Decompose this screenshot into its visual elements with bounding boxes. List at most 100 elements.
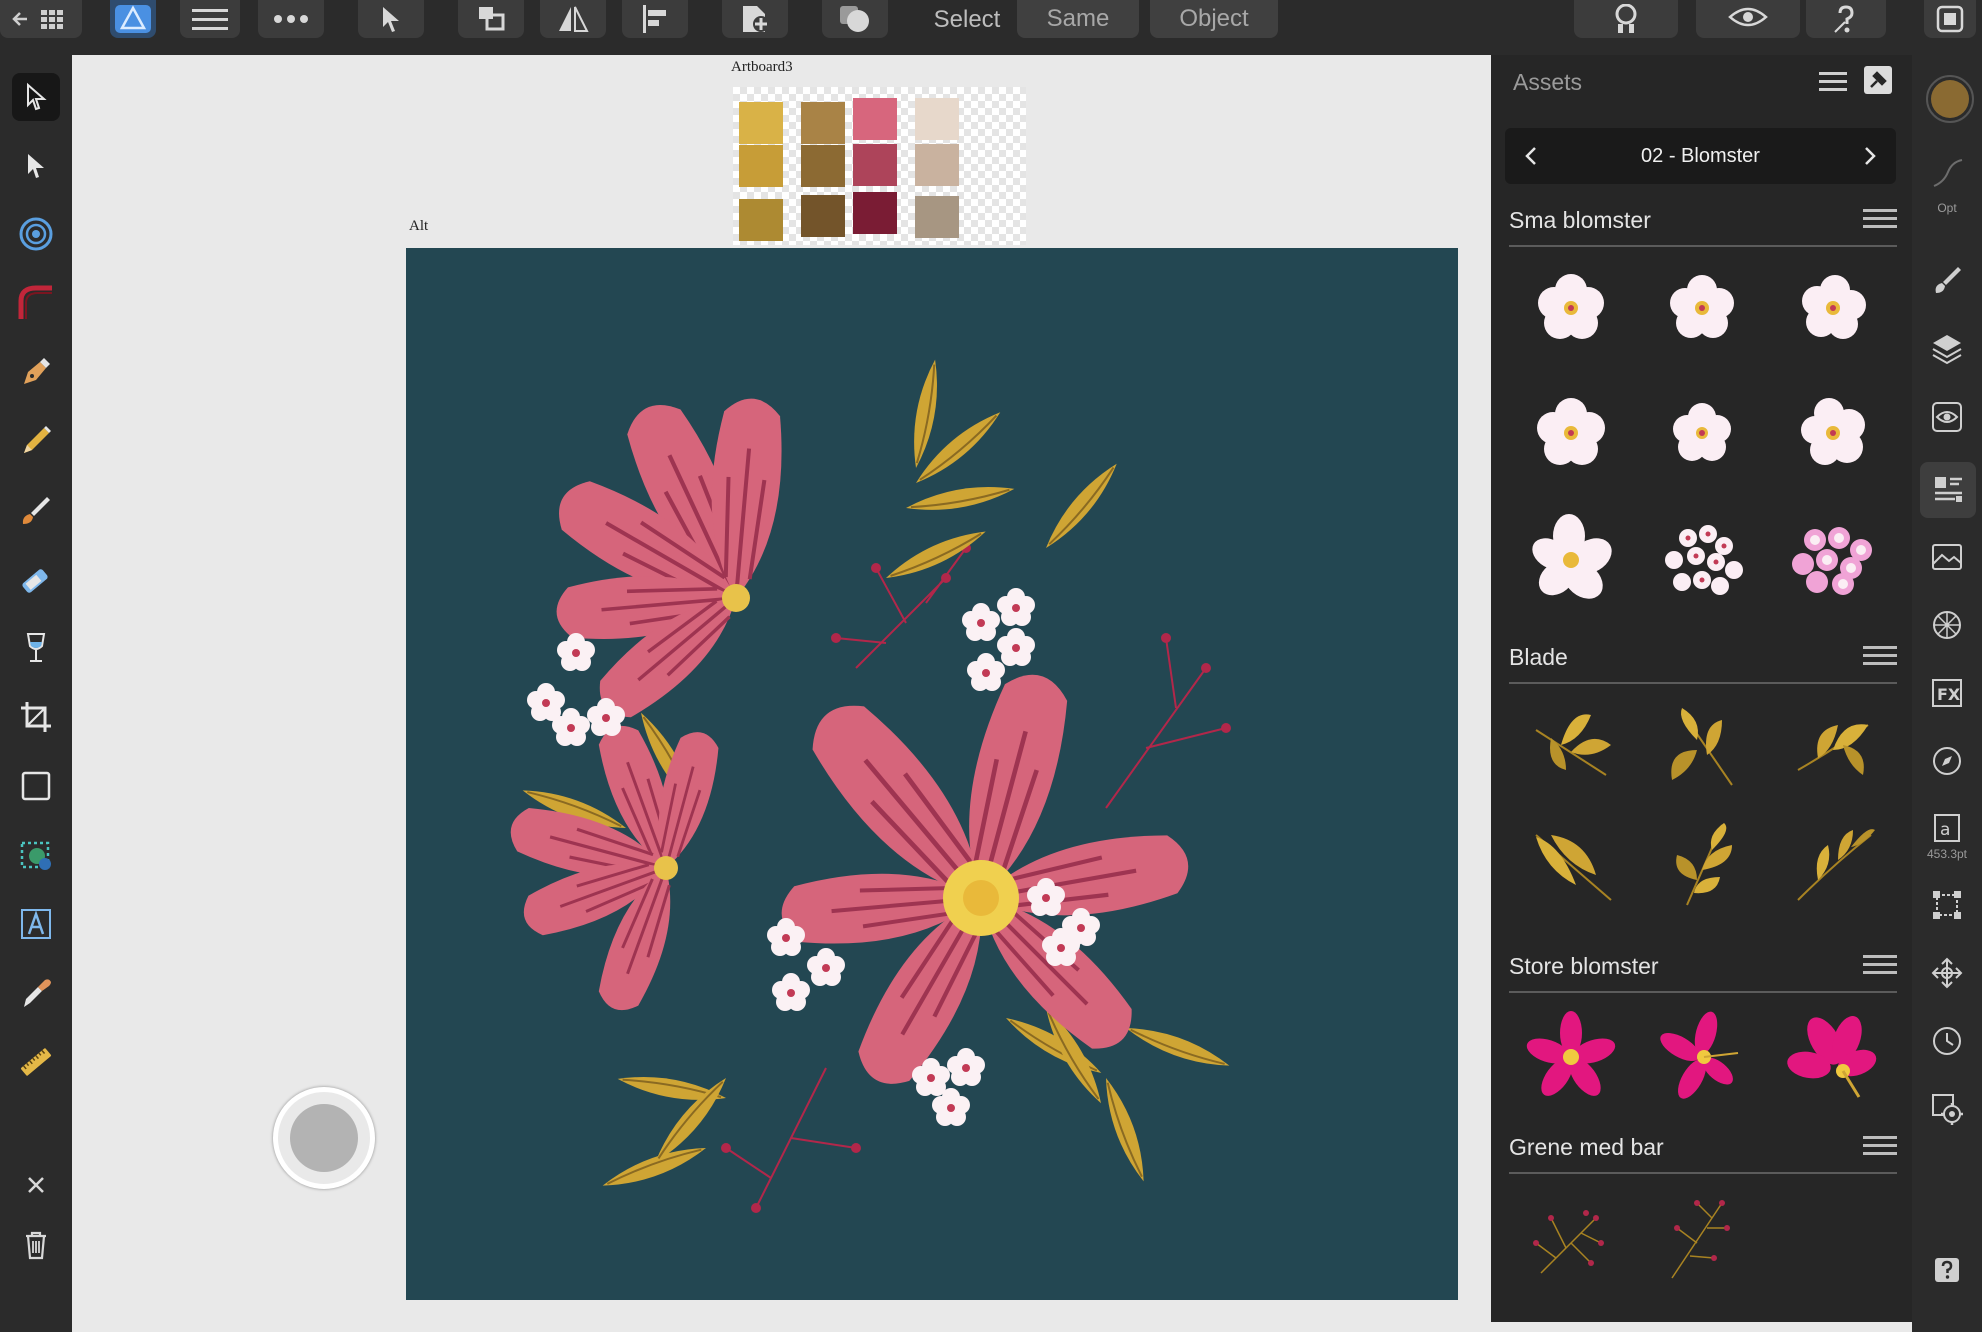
navigator-panel-button[interactable] xyxy=(1925,739,1969,783)
svg-text:FX: FX xyxy=(1937,685,1961,704)
place-image-tool[interactable] xyxy=(12,831,60,879)
measure-tool[interactable] xyxy=(12,1038,60,1086)
asset-thumbnail[interactable] xyxy=(1652,258,1752,358)
transform-panel-button[interactable] xyxy=(1925,883,1969,927)
swatch[interactable] xyxy=(853,98,897,140)
color-well[interactable] xyxy=(1926,75,1974,123)
flip-button[interactable] xyxy=(540,0,606,38)
asset-thumbnail[interactable] xyxy=(1652,1188,1752,1288)
section-menu-button[interactable] xyxy=(1863,642,1897,670)
swatch[interactable] xyxy=(801,102,845,144)
assets-panel-button[interactable] xyxy=(1920,462,1976,518)
fill-tool[interactable] xyxy=(12,555,60,603)
pin-panel-button[interactable] xyxy=(1863,65,1895,97)
help-button[interactable] xyxy=(1806,0,1886,38)
asset-thumbnail[interactable] xyxy=(1652,815,1752,915)
close-button[interactable] xyxy=(12,1161,60,1209)
next-category-button[interactable] xyxy=(1852,138,1888,174)
asset-thumbnail[interactable] xyxy=(1652,1007,1752,1107)
asset-thumbnail[interactable] xyxy=(1783,383,1883,483)
swatch[interactable] xyxy=(739,199,783,241)
effects-panel-button[interactable]: FX xyxy=(1925,671,1969,715)
crop-tool[interactable] xyxy=(12,693,60,741)
layers-panel-button[interactable] xyxy=(1925,326,1969,370)
boolean-button[interactable] xyxy=(822,0,888,38)
view-mode-button[interactable] xyxy=(1696,0,1800,38)
asset-thumbnail[interactable] xyxy=(1521,1188,1621,1288)
asset-thumbnail[interactable] xyxy=(1521,1007,1621,1107)
asset-thumbnail[interactable] xyxy=(1783,700,1883,800)
appearance-panel-button[interactable] xyxy=(1925,395,1969,439)
asset-thumbnail[interactable] xyxy=(1652,700,1752,800)
corner-tool[interactable] xyxy=(12,279,60,327)
section-menu-button[interactable] xyxy=(1863,951,1897,979)
swatch[interactable] xyxy=(915,144,959,186)
arrange-button[interactable] xyxy=(458,0,524,38)
stock-panel-button[interactable] xyxy=(1925,535,1969,579)
swatch[interactable] xyxy=(853,192,897,234)
color-picker-tool[interactable] xyxy=(12,969,60,1017)
move-panel-button[interactable] xyxy=(1925,951,1969,995)
pen-tool[interactable] xyxy=(12,348,60,396)
artboard-main[interactable] xyxy=(406,248,1458,1300)
section-menu-button[interactable] xyxy=(1863,205,1897,233)
settings-panel-button[interactable] xyxy=(1925,1087,1969,1131)
asset-thumbnail[interactable] xyxy=(1783,815,1883,915)
vector-brush-tool[interactable] xyxy=(12,486,60,534)
affinity-designer-logo xyxy=(115,5,151,33)
insert-button[interactable] xyxy=(722,0,788,38)
asset-thumbnail[interactable] xyxy=(1521,815,1621,915)
pencil-tool[interactable] xyxy=(12,417,60,465)
section-header-grene-med-bar[interactable]: Grene med bar xyxy=(1509,1128,1897,1174)
asset-thumbnail[interactable] xyxy=(1783,1007,1883,1107)
text-styles-panel-button[interactable]: a xyxy=(1925,807,1969,851)
section-header-sma-blomster[interactable]: Sma blomster xyxy=(1509,201,1897,247)
swatch[interactable] xyxy=(739,102,783,144)
asset-thumbnail[interactable] xyxy=(1521,258,1621,358)
asset-thumbnail[interactable] xyxy=(1783,258,1883,358)
section-header-blade[interactable]: Blade xyxy=(1509,638,1897,684)
select-object-button[interactable]: Object xyxy=(1150,0,1278,38)
select-same-button[interactable]: Same xyxy=(1017,0,1139,38)
transparency-tool[interactable] xyxy=(12,624,60,672)
swatch[interactable] xyxy=(915,98,959,140)
help-panel-button[interactable] xyxy=(1925,1248,1969,1292)
text-tool[interactable] xyxy=(12,900,60,948)
more-button[interactable] xyxy=(258,0,324,38)
asset-thumbnail[interactable] xyxy=(1521,383,1621,483)
assets-menu-button[interactable] xyxy=(1819,69,1851,97)
section-menu-button[interactable] xyxy=(1863,1132,1897,1160)
back-to-documents-button[interactable] xyxy=(0,0,82,38)
asset-thumbnail[interactable] xyxy=(1652,510,1752,610)
delete-button[interactable] xyxy=(12,1221,60,1269)
brushes-panel-button[interactable] xyxy=(1925,258,1969,302)
berry-branch-icon xyxy=(1533,1210,1604,1274)
swatch[interactable] xyxy=(801,195,845,237)
move-tool[interactable] xyxy=(12,73,60,121)
swatch[interactable] xyxy=(915,196,959,238)
artboard-swatches[interactable] xyxy=(733,87,1026,245)
asset-thumbnail[interactable] xyxy=(1521,700,1621,800)
swatch[interactable] xyxy=(853,144,897,186)
quick-menu-button[interactable] xyxy=(273,1087,375,1189)
stroke-preview[interactable] xyxy=(1925,151,1969,195)
menu-button[interactable] xyxy=(180,0,240,38)
white-flower-icon xyxy=(1673,403,1731,461)
section-header-store-blomster[interactable]: Store blomster xyxy=(1509,947,1897,993)
contour-tool[interactable] xyxy=(12,210,60,258)
swatch[interactable] xyxy=(801,145,845,187)
swatch[interactable] xyxy=(739,145,783,187)
align-button[interactable] xyxy=(622,0,688,38)
node-tool[interactable] xyxy=(12,142,60,190)
rectangle-tool[interactable] xyxy=(12,762,60,810)
persona-button[interactable] xyxy=(110,0,156,38)
history-panel-button[interactable] xyxy=(1925,1019,1969,1063)
persona-switch-button[interactable] xyxy=(1924,0,1976,38)
asset-thumbnail[interactable] xyxy=(1521,510,1621,610)
snapping-button[interactable] xyxy=(1574,0,1678,38)
asset-thumbnail[interactable] xyxy=(1652,383,1752,483)
previous-category-button[interactable] xyxy=(1513,138,1549,174)
asset-thumbnail[interactable] xyxy=(1783,510,1883,610)
swatches-panel-button[interactable] xyxy=(1925,603,1969,647)
move-tool-button[interactable] xyxy=(358,0,424,38)
